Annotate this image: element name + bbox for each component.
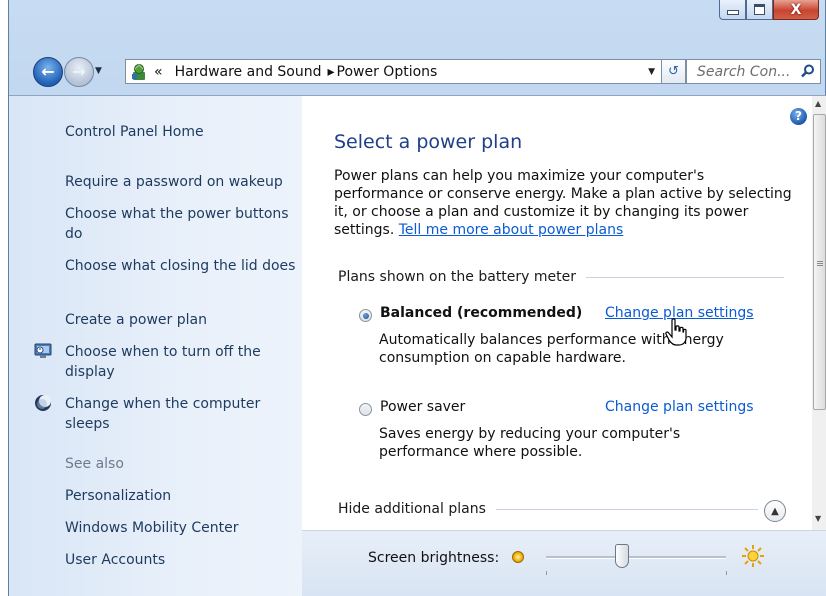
address-bar[interactable]: « Hardware and Sound ▸ Power Options ▼ xyxy=(125,59,662,84)
close-button[interactable]: X xyxy=(773,0,819,20)
breadcrumb-power-options[interactable]: Power Options xyxy=(337,64,438,80)
sleep-moon-icon xyxy=(35,395,51,411)
scroll-grip xyxy=(817,261,823,262)
maximize-button[interactable] xyxy=(746,0,773,20)
see-also-user-accounts[interactable]: User Accounts xyxy=(65,550,297,570)
brightness-bar: Screen brightness: xyxy=(302,530,826,596)
task-pane: Control Panel Home Require a password on… xyxy=(9,96,302,596)
chevron-up-icon: ▲ xyxy=(771,505,779,517)
control-panel-icon xyxy=(132,63,145,80)
power-saver-plan-name[interactable]: Power saver xyxy=(380,399,465,415)
page-description: Power plans can help you maximize your c… xyxy=(334,167,794,239)
brightness-slider-track[interactable] xyxy=(546,556,726,559)
battery-meter-heading: Plans shown on the battery meter xyxy=(338,269,577,285)
forward-button[interactable]: → xyxy=(64,57,94,87)
refresh-button[interactable]: ↺ xyxy=(662,59,686,84)
caption-buttons: X xyxy=(719,0,819,22)
breadcrumb-separator-icon[interactable]: ▸ xyxy=(328,64,335,80)
section-divider xyxy=(586,276,784,278)
maximize-icon xyxy=(754,4,765,15)
close-icon: X xyxy=(790,1,802,18)
see-also-personalization[interactable]: Personalization xyxy=(65,486,297,506)
help-icon[interactable]: ? xyxy=(790,108,807,125)
search-input[interactable]: Search Con... xyxy=(686,59,821,84)
explorer-window: X ← → ▼ « Hardware and Sound ▸ Power Opt… xyxy=(8,0,826,596)
task-closing-lid[interactable]: Choose what closing the lid does xyxy=(65,256,297,276)
slider-tick xyxy=(726,571,727,575)
scroll-grip xyxy=(817,263,823,264)
balanced-plan-radio[interactable] xyxy=(359,309,372,322)
screen-brightness-label: Screen brightness: xyxy=(368,550,500,566)
power-saver-plan-description: Saves energy by reducing your computer's… xyxy=(379,426,681,460)
address-dropdown-icon[interactable]: ▼ xyxy=(648,67,655,77)
display-monitor-icon xyxy=(34,343,52,358)
balanced-plan-name[interactable]: Balanced (recommended) xyxy=(380,305,582,321)
scroll-down-icon[interactable]: ▼ xyxy=(815,514,821,523)
content-area: Control Panel Home Require a password on… xyxy=(9,95,826,596)
breadcrumb-hardware-and-sound[interactable]: Hardware and Sound xyxy=(175,64,322,80)
scrollbar-thumb[interactable] xyxy=(813,114,826,410)
tell-me-more-link[interactable]: Tell me more about power plans xyxy=(399,222,624,238)
battery-meter-section: Plans shown on the battery meter xyxy=(338,269,784,285)
control-panel-home-link[interactable]: Control Panel Home xyxy=(65,122,297,142)
page-title: Select a power plan xyxy=(334,131,523,153)
back-button[interactable]: ← xyxy=(33,57,63,87)
scroll-up-icon[interactable]: ▲ xyxy=(815,99,821,108)
brightness-high-icon xyxy=(742,545,764,567)
minimize-icon xyxy=(726,10,739,15)
brightness-low-icon xyxy=(512,551,524,563)
scroll-grip xyxy=(817,265,823,266)
see-also-heading: See also xyxy=(65,456,124,472)
vertical-scrollbar[interactable]: ▲ ▼ xyxy=(812,96,826,530)
task-require-password[interactable]: Require a password on wakeup xyxy=(65,172,297,192)
search-placeholder: Search Con... xyxy=(697,63,791,80)
forward-arrow-icon: → xyxy=(72,62,86,81)
section-divider xyxy=(495,508,758,510)
hide-additional-plans-label[interactable]: Hide additional plans xyxy=(338,501,486,517)
power-saver-plan-radio[interactable] xyxy=(359,403,372,416)
search-icon[interactable] xyxy=(801,64,815,78)
minimize-button[interactable] xyxy=(719,0,746,20)
additional-plans-section: Hide additional plans xyxy=(338,501,758,517)
refresh-icon: ↺ xyxy=(668,64,679,79)
back-arrow-icon: ← xyxy=(41,62,55,81)
breadcrumb-overflow[interactable]: « xyxy=(154,64,163,80)
balanced-plan-description: Automatically balances performance with … xyxy=(379,332,724,366)
slider-tick xyxy=(546,571,547,575)
task-power-buttons[interactable]: Choose what the power buttons do xyxy=(65,204,297,244)
brightness-slider-thumb[interactable] xyxy=(614,544,629,568)
task-computer-sleeps[interactable]: Change when the computer sleeps xyxy=(65,394,297,434)
collapse-plans-button[interactable]: ▲ xyxy=(764,500,786,522)
task-turn-off-display[interactable]: Choose when to turn off the display xyxy=(65,342,297,382)
navigation-bar: ← → ▼ « Hardware and Sound ▸ Power Optio… xyxy=(9,56,826,88)
recent-pages-dropdown-icon[interactable]: ▼ xyxy=(95,66,102,76)
main-pane: ? Select a power plan Power plans can he… xyxy=(302,96,812,596)
power-saver-change-settings-link[interactable]: Change plan settings xyxy=(605,399,754,415)
task-create-plan[interactable]: Create a power plan xyxy=(65,310,297,330)
hand-pointer-icon xyxy=(665,318,687,346)
see-also-mobility-center[interactable]: Windows Mobility Center xyxy=(65,518,297,538)
